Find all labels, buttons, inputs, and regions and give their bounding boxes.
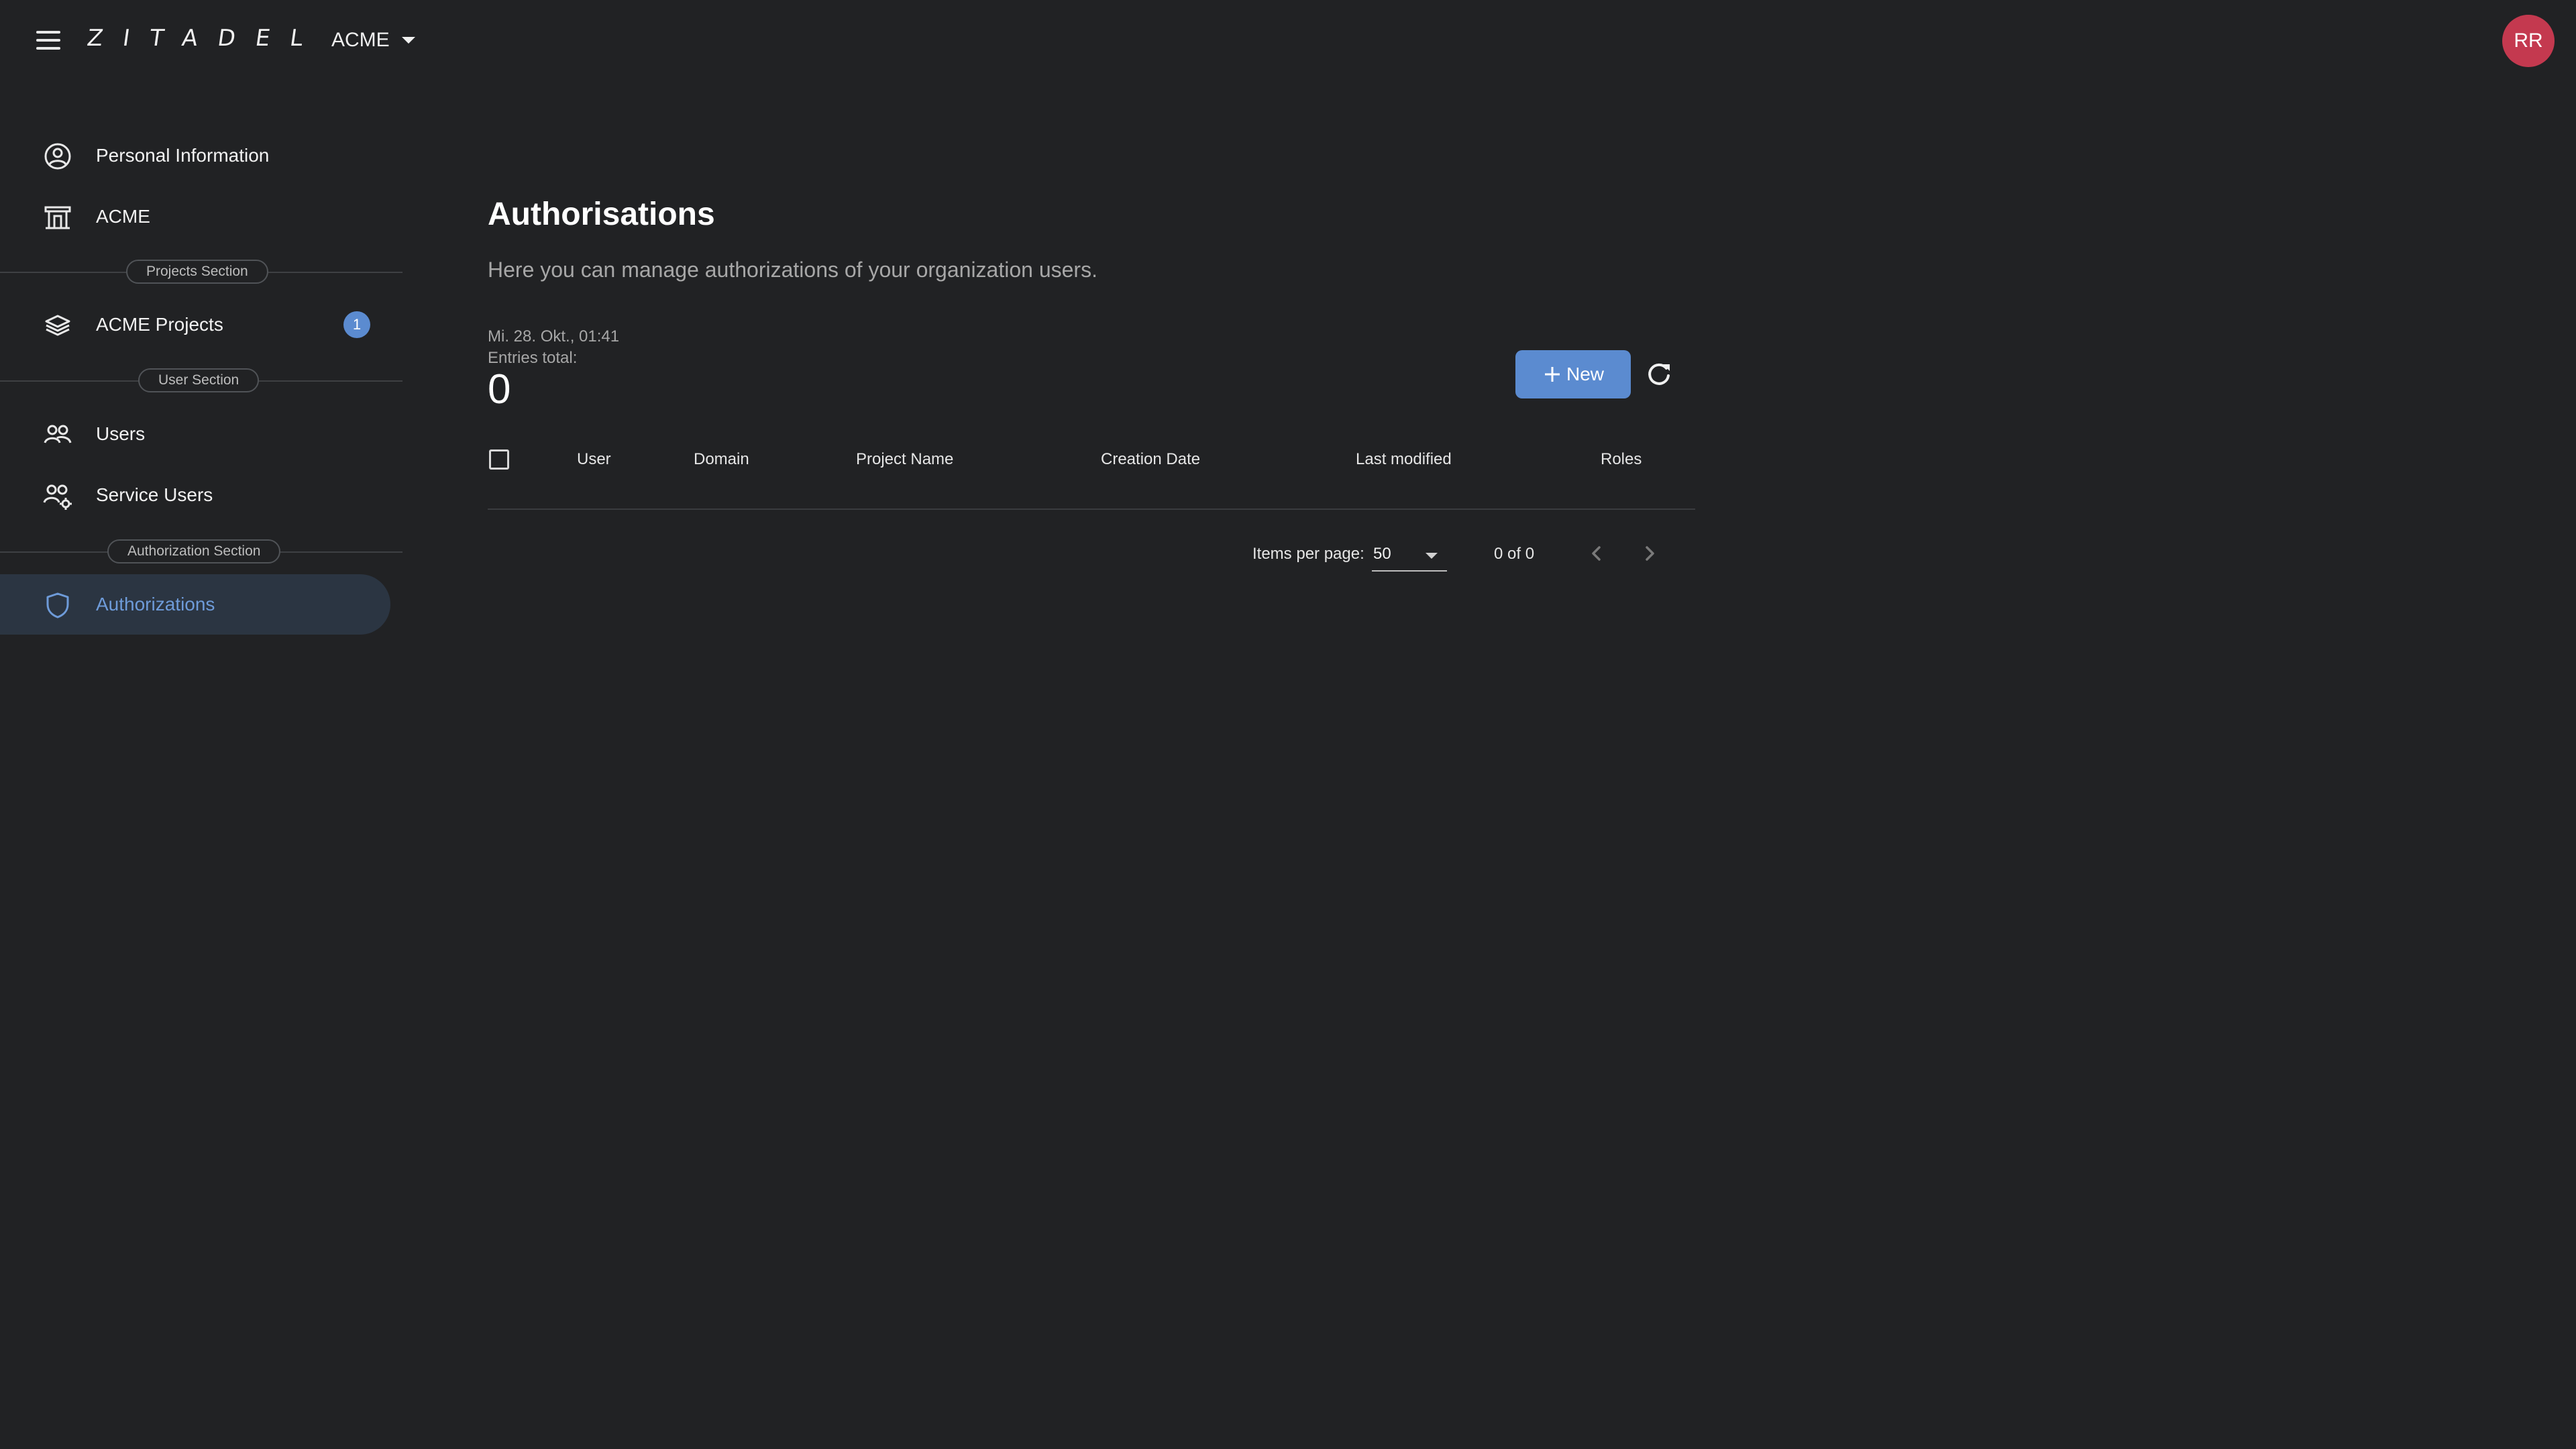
sidebar-item-label: Authorizations [96,594,215,614]
brand-name: ZITADEL [85,25,325,52]
layers-icon [45,315,70,336]
column-header-creation-date[interactable]: Creation Date [1101,449,1200,470]
items-per-page-label: Items per page: [1252,545,1364,563]
chevron-left-icon [1592,546,1601,561]
section-separator-authorization: Authorization Section [0,538,402,565]
caret-down-icon [401,37,415,44]
organization-icon [44,206,71,229]
organization-name: ACME [331,29,390,51]
top-bar: ZITADEL ACME RR [0,0,2576,80]
page-range-label: 0 of 0 [1494,545,1535,563]
section-separator-projects: Projects Section [0,258,402,285]
column-header-domain[interactable]: Domain [694,449,749,470]
column-header-roles[interactable]: Roles [1601,449,1642,470]
menu-toggle-button[interactable] [34,27,63,54]
new-authorization-button[interactable]: New [1515,350,1631,398]
sidebar-item-label: ACME [96,206,150,227]
section-separator-users: User Section [0,367,402,394]
paginator: Items per page: 50 0 of 0 [488,517,1695,584]
caret-down-icon [1426,553,1438,559]
plus-icon [1544,367,1560,382]
chevron-right-icon [1646,546,1654,561]
new-button-label: New [1566,364,1604,384]
section-label: Authorization Section [107,539,281,564]
sidebar-item-users[interactable]: Users [0,404,390,464]
hamburger-icon [36,31,60,34]
hamburger-icon-bar [36,47,60,50]
items-per-page-select[interactable]: 50 [1372,538,1447,572]
service-users-icon [43,484,72,510]
entries-total-label: Entries total: [488,349,578,367]
refresh-icon [1648,363,1670,385]
page-title: Authorisations [488,197,715,232]
column-header-project-name[interactable]: Project Name [856,449,953,470]
organization-switcher[interactable]: ACME [331,25,415,55]
last-refresh-timestamp: Mi. 28. Okt., 01:41 [488,327,620,345]
sidebar-item-service-users[interactable]: Service Users [0,465,390,525]
sidebar: Personal Information ACME Projects Secti… [0,114,402,718]
sidebar-item-label: Users [96,423,146,444]
sidebar-item-organization[interactable]: ACME [0,186,390,247]
avatar-initials: RR [2514,30,2543,52]
page-description: Here you can manage authorizations of yo… [488,258,1097,282]
next-page-button[interactable] [1633,537,1666,570]
sidebar-item-authorizations[interactable]: Authorizations [0,574,390,635]
user-avatar[interactable]: RR [2502,15,2555,67]
previous-page-button[interactable] [1580,537,1613,570]
sidebar-item-label: Service Users [96,484,213,505]
projects-count-badge: 1 [343,311,370,338]
sidebar-item-projects[interactable]: ACME Projects 1 [0,294,390,355]
zitadel-logo[interactable]: ZITADEL [80,9,325,67]
sidebar-item-label: ACME Projects [96,314,223,335]
users-icon [44,425,72,443]
column-header-last-modified[interactable]: Last modified [1356,449,1452,470]
sidebar-item-personal-information[interactable]: Personal Information [0,125,390,186]
section-label: Projects Section [126,260,268,284]
authorizations-table-header [488,436,1695,510]
user-circle-icon [44,143,71,170]
hamburger-icon-bar [36,39,60,42]
section-label: User Section [138,368,260,392]
sidebar-item-label: Personal Information [96,145,270,166]
column-header-user[interactable]: User [577,449,611,470]
select-all-checkbox[interactable] [489,449,509,470]
refresh-button[interactable] [1643,358,1675,390]
items-per-page-value: 50 [1373,545,1391,563]
shield-icon [46,592,69,619]
entries-total-count: 0 [488,366,511,413]
